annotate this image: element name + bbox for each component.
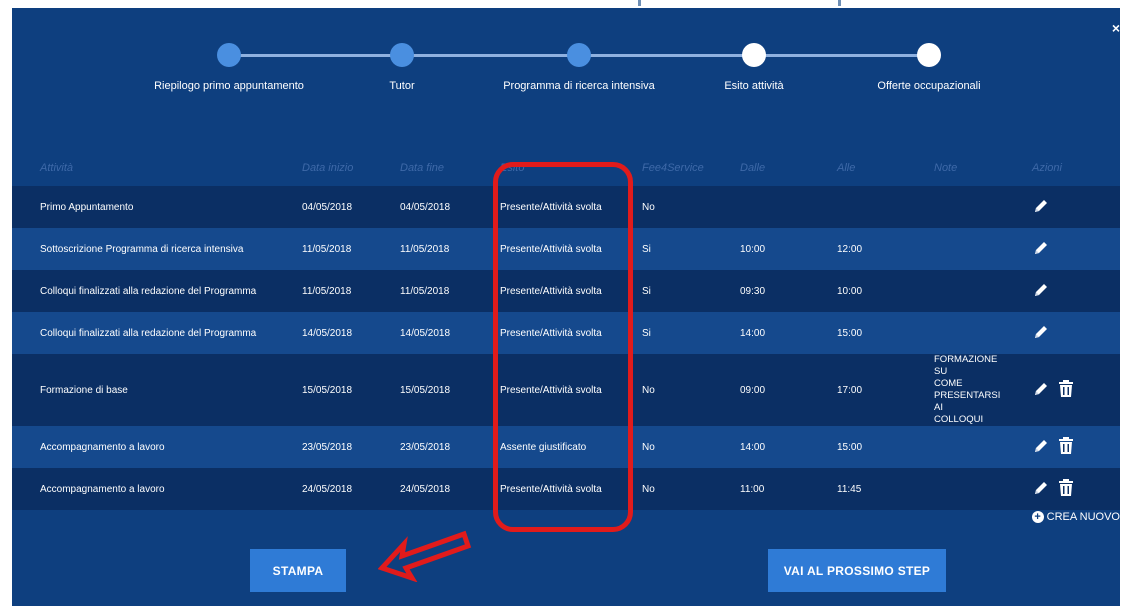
cell-note [906, 270, 1004, 312]
header-dalle[interactable]: Dalle [712, 150, 809, 186]
cell-azioni [1004, 468, 1120, 510]
cell-data-fine: 11/05/2018 [400, 243, 450, 255]
delete-trash-icon[interactable] [1058, 478, 1074, 500]
cell-data-inizio: 11/05/2018 [302, 285, 352, 297]
cell-attivita: Accompagnamento a lavoro [40, 483, 165, 495]
highlight-box [493, 162, 633, 532]
header-azioni: Azioni [1032, 162, 1062, 174]
header-note[interactable]: Note [906, 150, 1004, 186]
cell-dalle: 14:00 [740, 441, 766, 453]
header-data-inizio[interactable]: Data inizio [274, 150, 372, 186]
cell-note: FORMAZIONE SU COME PRESENTARSI AI COLLOQ… [934, 354, 1001, 425]
step-3-dot[interactable] [567, 43, 591, 67]
cell-dalle: 09:00 [740, 384, 766, 396]
next-step-button[interactable]: VAI AL PROSSIMO STEP [768, 549, 946, 592]
step-2-label[interactable]: Tutor [389, 80, 414, 92]
cell-azioni [1004, 354, 1120, 426]
cell-note [906, 468, 1004, 510]
cell-dalle [712, 186, 809, 228]
step-1-label[interactable]: Riepilogo primo appuntamento [154, 80, 304, 92]
cell-alle: 10:00 [837, 285, 863, 297]
delete-trash-icon[interactable] [1058, 436, 1074, 458]
cell-alle: 17:00 [837, 384, 863, 396]
cell-note [906, 186, 1004, 228]
cell-data-inizio: 15/05/2018 [302, 384, 353, 396]
cell-attivita: Colloqui finalizzati alla redazione del … [40, 285, 257, 297]
cell-attivita: Sottoscrizione Programma di ricerca inte… [40, 243, 244, 255]
cell-attivita: Colloqui finalizzati alla redazione del … [40, 327, 257, 339]
cell-azioni [1004, 270, 1120, 312]
edit-pencil-icon[interactable] [1032, 437, 1050, 458]
cell-azioni [1004, 186, 1120, 228]
cell-azioni [1004, 312, 1120, 354]
edit-pencil-icon[interactable] [1032, 323, 1050, 344]
cell-data-inizio: 04/05/2018 [302, 201, 353, 213]
cell-alle: 15:00 [837, 327, 863, 339]
cell-alle [809, 186, 906, 228]
cell-data-fine: 11/05/2018 [400, 285, 450, 297]
cell-data-inizio: 24/05/2018 [302, 483, 353, 495]
step-5-dot[interactable] [917, 43, 941, 67]
crea-nuovo-label: CREA NUOVO [1046, 511, 1120, 523]
close-icon[interactable]: × [1112, 20, 1120, 36]
step-2-dot[interactable] [390, 43, 414, 67]
crea-nuovo-link[interactable]: + CREA NUOVO [1031, 511, 1120, 523]
cell-alle: 12:00 [837, 243, 863, 255]
arrow-annotation-icon [378, 530, 472, 582]
cell-data-fine: 04/05/2018 [400, 201, 451, 213]
cell-attivita: Accompagnamento a lavoro [40, 441, 165, 453]
step-4-dot[interactable] [742, 43, 766, 67]
progress-stepper: Riepilogo primo appuntamento Tutor Progr… [12, 42, 1120, 102]
cell-alle: 15:00 [837, 441, 863, 453]
cell-attivita: Formazione di base [40, 384, 128, 396]
cell-dalle: 10:00 [740, 243, 766, 255]
cell-data-inizio: 23/05/2018 [302, 441, 353, 453]
cell-note [906, 426, 1004, 468]
cell-data-fine: 24/05/2018 [400, 483, 451, 495]
activity-panel: × Riepilogo primo appuntamento Tutor Pro… [12, 8, 1120, 606]
edit-pencil-icon[interactable] [1032, 479, 1050, 500]
cell-data-inizio: 11/05/2018 [302, 243, 352, 255]
edit-pencil-icon[interactable] [1032, 239, 1050, 260]
edit-pencil-icon[interactable] [1032, 380, 1050, 401]
cell-data-fine: 23/05/2018 [400, 441, 451, 453]
cell-data-fine: 15/05/2018 [400, 384, 451, 396]
cell-dalle: 14:00 [740, 327, 766, 339]
edit-pencil-icon[interactable] [1032, 197, 1050, 218]
cell-dalle: 09:30 [740, 285, 766, 297]
header-alle[interactable]: Alle [809, 150, 906, 186]
plus-circle-icon: + [1031, 511, 1044, 523]
cell-azioni [1004, 228, 1120, 270]
edit-pencil-icon[interactable] [1032, 281, 1050, 302]
header-data-fine[interactable]: Data fine [372, 150, 472, 186]
cell-note [906, 228, 1004, 270]
stampa-button[interactable]: STAMPA [250, 549, 346, 592]
step-3-label[interactable]: Programma di ricerca intensiva [503, 80, 655, 92]
step-5-label[interactable]: Offerte occupazionali [877, 80, 980, 92]
step-1-dot[interactable] [217, 43, 241, 67]
cell-data-fine: 14/05/2018 [400, 327, 451, 339]
cell-note [906, 312, 1004, 354]
cell-attivita: Primo Appuntamento [40, 201, 134, 213]
step-4-label[interactable]: Esito attività [724, 80, 783, 92]
cell-data-inizio: 14/05/2018 [302, 327, 353, 339]
header-attivita[interactable]: Attività [12, 150, 274, 186]
delete-trash-icon[interactable] [1058, 379, 1074, 401]
cell-azioni [1004, 426, 1120, 468]
cell-dalle: 11:00 [740, 483, 765, 495]
cell-alle: 11:45 [837, 483, 862, 495]
